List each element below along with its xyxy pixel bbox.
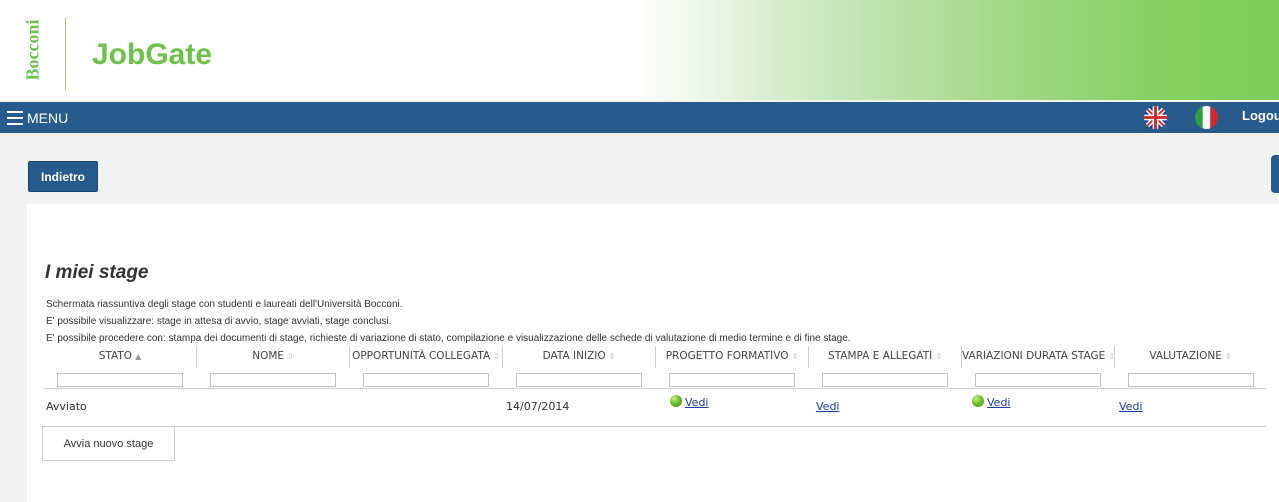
column-header-opportunita[interactable]: OPPORTUNITÀ COLLEGATA ⇕ <box>350 348 502 368</box>
cell-variazioni: Vedi <box>972 395 1010 409</box>
column-header-stato[interactable]: STATO ▲ <box>44 348 196 368</box>
column-header-progetto-formativo[interactable]: PROGETTO FORMATIVO ⇕ <box>656 348 808 368</box>
column-header-nome[interactable]: NOME ⇕ <box>197 348 349 368</box>
stage-table: STATO ▲ NOME ⇕ OPPORTUNITÀ COLLEGATA ⇕ DATA… <box>44 342 1266 427</box>
sort-icon: ⇕ <box>791 352 799 361</box>
sort-icon: ⇕ <box>1224 352 1232 361</box>
filter-variazioni-input[interactable] <box>975 373 1101 387</box>
app-title: JobGate <box>92 38 213 71</box>
filter-progetto-input[interactable] <box>669 373 795 387</box>
column-header-valutazione[interactable]: VALUTAZIONE ⇕ <box>1115 348 1266 368</box>
page-title: I miei stage <box>45 262 149 283</box>
table-header-row: STATO ▲ NOME ⇕ OPPORTUNITÀ COLLEGATA ⇕ DATA… <box>44 342 1266 370</box>
content-panel: I miei stage Schermata riassuntiva degli… <box>27 204 1279 502</box>
cell-stampa-allegati: Vedi <box>816 400 839 413</box>
bocconi-logo: Bocconi <box>22 19 43 81</box>
column-header-data-inizio[interactable]: DATA INIZIO ⇕ <box>503 348 655 368</box>
sort-icon: ⇕ <box>935 352 942 361</box>
status-ok-icon <box>972 395 984 407</box>
valutazione-vedi-link[interactable]: Vedi <box>1119 400 1142 413</box>
cell-progetto-formativo: Vedi <box>670 395 708 409</box>
column-header-stampa-allegati[interactable]: STAMPA E ALLEGATI ⇕ <box>809 348 961 368</box>
filter-valutazione-input[interactable] <box>1128 373 1254 387</box>
filter-data-inizio-input[interactable] <box>516 373 642 387</box>
menu-label: MENU <box>27 110 69 126</box>
sort-icon: ⇕ <box>287 352 294 361</box>
stampa-vedi-link[interactable]: Vedi <box>816 400 839 413</box>
logo-divider <box>65 18 66 90</box>
filter-nome-input[interactable] <box>210 373 336 387</box>
description-line-2: E' possibile visualizzare: stage in atte… <box>46 316 392 327</box>
filter-stato-input[interactable] <box>57 373 183 387</box>
header-banner: Bocconi JobGate <box>0 0 1279 100</box>
top-navbar: MENU <box>0 102 1279 133</box>
logout-link[interactable]: Logout <box>1242 108 1279 123</box>
filter-opportunita-input[interactable] <box>363 373 489 387</box>
italy-flag-icon[interactable] <box>1195 106 1218 129</box>
back-button[interactable]: Indietro <box>28 161 98 192</box>
column-header-variazioni-durata[interactable]: VARIAZIONI DURATA STAGE ⇕ <box>962 348 1114 368</box>
filter-row-border <box>44 388 1266 389</box>
sort-icon: ⇕ <box>493 352 500 361</box>
cell-stato: Avviato <box>46 400 87 413</box>
cell-valutazione: Vedi <box>1119 400 1142 413</box>
progetto-vedi-link[interactable]: Vedi <box>685 396 708 409</box>
sort-icon: ⇕ <box>608 352 616 361</box>
filter-stampa-input[interactable] <box>822 373 948 387</box>
new-stage-button[interactable]: Avvia nuovo stage <box>42 426 175 461</box>
cell-data-inizio: 14/07/2014 <box>506 400 570 413</box>
uk-flag-icon[interactable] <box>1144 106 1167 129</box>
description-line-1: Schermata riassuntiva degli stage con st… <box>46 299 403 310</box>
variazioni-vedi-link[interactable]: Vedi <box>987 396 1010 409</box>
status-ok-icon <box>670 395 682 407</box>
menu-button[interactable]: MENU <box>7 108 68 128</box>
hamburger-icon <box>7 111 23 125</box>
table-row-border <box>44 426 1266 427</box>
side-panel-toggle[interactable] <box>1271 155 1279 193</box>
sort-asc-icon: ▲ <box>135 352 142 361</box>
